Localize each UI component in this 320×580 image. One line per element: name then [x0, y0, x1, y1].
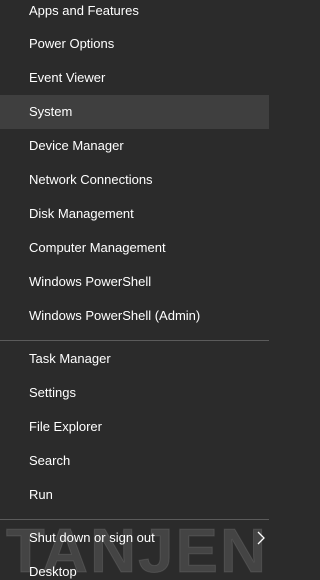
menu-item-power-options[interactable]: Power Options — [0, 27, 269, 61]
menu-item-file-explorer[interactable]: File Explorer — [0, 410, 269, 444]
menu-item-windows-powershell-admin[interactable]: Windows PowerShell (Admin) — [0, 299, 269, 333]
menu-separator — [0, 340, 269, 341]
menu-item-task-manager[interactable]: Task Manager — [0, 342, 269, 376]
menu-item-event-viewer[interactable]: Event Viewer — [0, 61, 269, 95]
menu-item-shut-down-or-sign-out[interactable]: Shut down or sign out — [0, 521, 269, 555]
menu-item-device-manager[interactable]: Device Manager — [0, 129, 269, 163]
menu-item-network-connections[interactable]: Network Connections — [0, 163, 269, 197]
menu-item-windows-powershell[interactable]: Windows PowerShell — [0, 265, 269, 299]
menu-item-apps-and-features[interactable]: Apps and Features — [0, 0, 269, 28]
menu-item-run[interactable]: Run — [0, 478, 269, 512]
menu-separator — [0, 519, 269, 520]
menu-item-computer-management[interactable]: Computer Management — [0, 231, 269, 265]
menu-item-desktop[interactable]: Desktop — [0, 555, 269, 580]
menu-item-disk-management[interactable]: Disk Management — [0, 197, 269, 231]
menu-item-system[interactable]: System — [0, 95, 269, 129]
winx-power-user-menu: Apps and Features Power Options Event Vi… — [0, 0, 269, 580]
chevron-right-icon — [257, 531, 265, 545]
menu-item-label: Shut down or sign out — [29, 530, 155, 545]
menu-item-settings[interactable]: Settings — [0, 376, 269, 410]
menu-item-search[interactable]: Search — [0, 444, 269, 478]
